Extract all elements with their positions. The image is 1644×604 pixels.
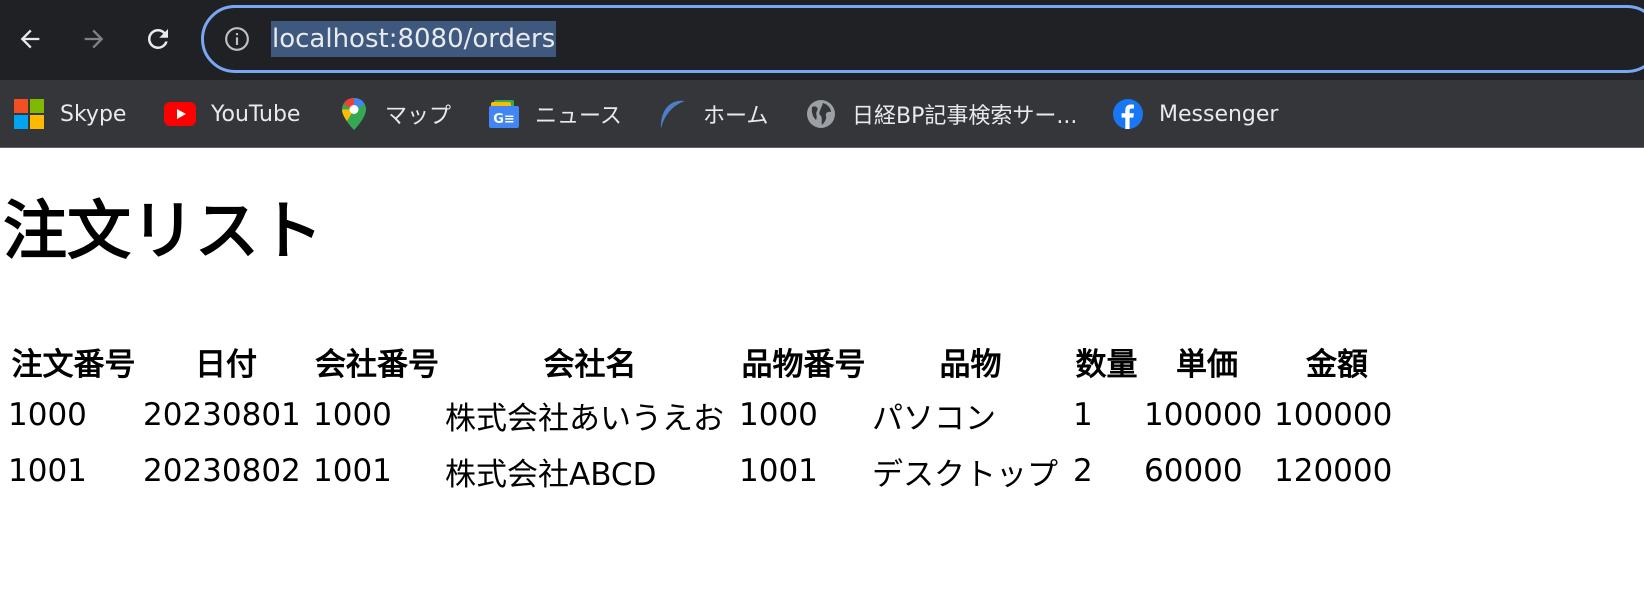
date-cell: 20230802 bbox=[143, 453, 301, 489]
bookmark-label: 日経BP記事検索サー... bbox=[852, 104, 1078, 129]
company-name-cell: 株式会社ABCD bbox=[445, 456, 657, 493]
bookmark-label: YouTube bbox=[211, 101, 301, 127]
reload-icon bbox=[148, 29, 168, 49]
item-cell: パソコン bbox=[872, 400, 996, 437]
bookmark-messenger[interactable]: Messenger bbox=[1111, 84, 1278, 144]
google-news-icon: G≡ bbox=[487, 97, 521, 131]
bookmark-nikkei-bp[interactable]: 日経BP記事検索サー... bbox=[804, 84, 1077, 144]
google-maps-icon bbox=[337, 97, 371, 131]
column-header: 金額 bbox=[1306, 346, 1368, 383]
bookmark-label: マップ bbox=[385, 104, 452, 129]
table-row: 1001 20230802 1001 株式会社ABCD 1001 デスクトップ … bbox=[8, 443, 1400, 499]
crescent-icon bbox=[655, 97, 689, 131]
column-header: 会社名 bbox=[543, 346, 637, 383]
amount-cell: 120000 bbox=[1274, 453, 1393, 489]
table-header-row: 注文番号 日付 会社番号 会社名 品物番号 品物 数量 単価 金額 bbox=[8, 335, 1400, 387]
back-button[interactable] bbox=[11, 20, 49, 58]
column-header: 日付 bbox=[195, 346, 257, 383]
svg-text:G≡: G≡ bbox=[493, 112, 515, 127]
column-header: 品物番号 bbox=[741, 346, 866, 383]
bookmark-label: ホーム bbox=[703, 104, 769, 129]
item-number-cell: 1000 bbox=[739, 397, 818, 433]
unit-price-cell: 100000 bbox=[1144, 397, 1263, 433]
column-header: 数量 bbox=[1075, 346, 1138, 383]
bookmark-home[interactable]: ホーム bbox=[655, 84, 768, 144]
column-header: 品物 bbox=[939, 346, 1002, 383]
url-text[interactable]: localhost:8080/orders bbox=[271, 21, 557, 57]
address-bar[interactable]: localhost:8080/orders bbox=[201, 5, 1644, 73]
bookmark-maps[interactable]: マップ bbox=[337, 84, 451, 144]
company-name-cell: 株式会社あいうえお bbox=[445, 400, 724, 437]
info-icon[interactable] bbox=[224, 26, 250, 52]
bookmark-label: ニュース bbox=[535, 104, 622, 129]
company-number-cell: 1001 bbox=[313, 453, 392, 489]
orders-table: 注文番号 日付 会社番号 会社名 品物番号 品物 数量 単価 金額 1000 2… bbox=[4, 335, 1404, 499]
quantity-cell: 1 bbox=[1073, 397, 1093, 433]
date-cell: 20230801 bbox=[143, 397, 301, 433]
bookmark-skype[interactable]: Skype bbox=[12, 84, 126, 144]
bookmark-label: Skype bbox=[60, 101, 127, 127]
company-number-cell: 1000 bbox=[313, 397, 392, 433]
quantity-cell: 2 bbox=[1073, 453, 1093, 489]
page-title: 注文リスト bbox=[3, 195, 323, 269]
globe-icon bbox=[804, 97, 838, 131]
youtube-icon bbox=[163, 97, 197, 131]
page-content: 注文リスト 注文番号 日付 会社番号 会社名 品物番号 品物 数量 単価 金額 … bbox=[0, 148, 1644, 604]
amount-cell: 100000 bbox=[1274, 397, 1393, 433]
browser-toolbar: localhost:8080/orders bbox=[0, 0, 1644, 80]
arrow-right-icon bbox=[84, 29, 104, 49]
item-number-cell: 1001 bbox=[739, 453, 818, 489]
column-header: 注文番号 bbox=[11, 346, 136, 383]
arrow-left-icon bbox=[20, 29, 40, 49]
order-number-cell: 1000 bbox=[8, 397, 87, 433]
bookmark-youtube[interactable]: YouTube bbox=[163, 84, 300, 144]
bookmark-label: Messenger bbox=[1159, 101, 1279, 127]
facebook-icon bbox=[1111, 97, 1145, 131]
table-row: 1000 20230801 1000 株式会社あいうえお 1000 パソコン 1… bbox=[8, 387, 1400, 443]
order-number-cell: 1001 bbox=[8, 453, 87, 489]
bookmarks-bar: Skype YouTube マップ G≡ ニュース ホーム 日経BP記事検索サー… bbox=[0, 84, 1644, 144]
browser-chrome: localhost:8080/orders Skype YouTube マップ … bbox=[0, 0, 1644, 148]
unit-price-cell: 60000 bbox=[1144, 453, 1243, 489]
reload-button[interactable] bbox=[139, 20, 177, 58]
item-cell: デスクトップ bbox=[872, 456, 1058, 493]
column-header: 会社番号 bbox=[315, 346, 439, 383]
microsoft-logo-icon bbox=[12, 97, 46, 131]
bookmark-news[interactable]: G≡ ニュース bbox=[487, 84, 622, 144]
column-header: 単価 bbox=[1176, 346, 1238, 383]
forward-button[interactable] bbox=[75, 20, 113, 58]
